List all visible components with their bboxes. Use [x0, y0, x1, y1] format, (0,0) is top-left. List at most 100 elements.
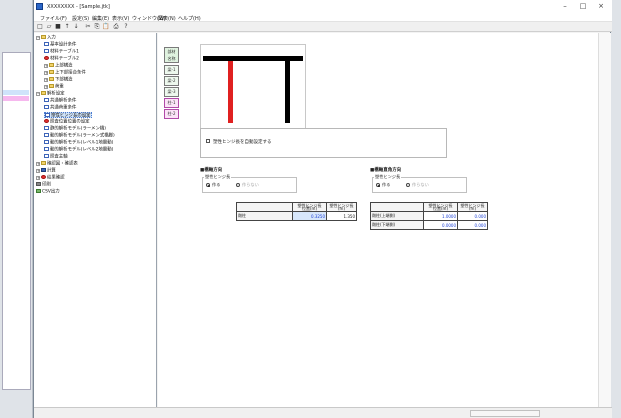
expand-icon[interactable]: + — [36, 161, 40, 166]
tree-item[interactable]: + 確認図・確認表 — [36, 161, 78, 167]
member-tab[interactable]: 梁-1 — [164, 65, 179, 75]
close-button[interactable]: × — [594, 2, 608, 11]
collapse-icon[interactable]: − — [36, 91, 40, 96]
member-tab[interactable]: 柱-2 — [164, 109, 179, 119]
tree-item-label: 上下部接合条件 — [55, 70, 86, 76]
beam-shape — [203, 56, 303, 61]
tree-item[interactable]: + 下部構造 — [44, 77, 73, 83]
tree-item-label: 共通荷重条件 — [50, 105, 77, 111]
expand-icon[interactable]: + — [36, 168, 40, 173]
tree-item[interactable]: CSV出力 — [36, 189, 60, 195]
perp-axis-row-name: 剛柱(下端側) — [370, 220, 424, 230]
expand-icon[interactable]: + — [44, 70, 48, 75]
tree-item[interactable]: + 荷重 — [44, 84, 64, 90]
tree-item-label: CSV出力 — [42, 189, 60, 195]
cut-icon[interactable]: ✂ — [84, 23, 92, 31]
expand-icon[interactable]: + — [44, 77, 48, 82]
table-row: 剛柱(上端側) 1.0000 0.000 — [370, 211, 488, 221]
tree-item[interactable]: − 入力 — [36, 35, 56, 41]
perp-axis-pos-cell[interactable]: 0.0000 — [423, 220, 458, 230]
collapse-icon[interactable]: − — [36, 35, 40, 40]
new-icon[interactable]: □ — [36, 23, 44, 31]
tree-item[interactable]: 動的解析モデル(レベル2地震動) — [44, 147, 113, 153]
perp-axis-not-radio[interactable] — [406, 183, 410, 187]
member-name-header: 部材 名称 — [164, 47, 179, 63]
window-title: XXXXXXXX - [Sample.jtk] — [47, 4, 110, 10]
tree-item[interactable]: + 上部構造 — [44, 63, 73, 69]
tree-item-label: 確認図・確認表 — [47, 161, 78, 167]
background-selection-pink — [3, 96, 29, 101]
member-tab[interactable]: 梁-3 — [164, 87, 179, 97]
main-window: XXXXXXXX - [Sample.jtk] – □ × ファイル(F) 設定… — [33, 0, 612, 418]
member-tab[interactable]: 梁-2 — [164, 76, 179, 86]
tree-item[interactable]: 動的解析モデル(ラーメン式橋脚) — [44, 133, 115, 139]
bridge-axis-row-name: 剛柱 — [236, 211, 293, 221]
paste-icon[interactable]: 📋 — [102, 23, 110, 31]
doc-icon — [44, 49, 49, 53]
tree-item[interactable]: 照査主軸 — [44, 154, 68, 160]
tree-item[interactable]: + 結果確認 — [36, 175, 65, 181]
bridge-axis-len-cell[interactable]: 1.350 — [326, 211, 357, 221]
table-row: 剛柱 0.3250 1.350 — [236, 211, 357, 221]
perp-axis-len-cell[interactable]: 0.000 — [457, 220, 488, 230]
tree-item-label: 照査主軸 — [50, 154, 68, 160]
net-icon — [36, 189, 41, 193]
pillar-left-shape — [228, 61, 233, 123]
expand-icon[interactable]: + — [44, 63, 48, 68]
menu-help[interactable]: ヘルプ(H) — [178, 15, 201, 22]
tree-item-label: 計算 — [47, 168, 56, 174]
tree-item-label: 材料テーブル1 — [50, 49, 79, 55]
tree-item[interactable]: 動的解析モデル(レベル1地震動) — [44, 140, 113, 146]
tree-item-label: 印刷 — [42, 182, 51, 188]
perp-axis-len-cell[interactable]: 0.000 — [457, 211, 488, 221]
tree-item[interactable]: + 計算 — [36, 168, 56, 174]
gear-icon — [41, 168, 46, 172]
save-icon[interactable]: ■ — [54, 23, 62, 31]
folder-icon — [41, 35, 46, 39]
bridge-axis-group-title: 塑性ヒンジ長 — [204, 174, 232, 180]
member-tab[interactable]: 柱-1 — [164, 98, 179, 108]
tree-item[interactable]: 材料テーブル2 — [44, 56, 79, 62]
menu-file[interactable]: ファイル(F) — [40, 15, 67, 22]
auto-set-checkbox[interactable] — [206, 139, 210, 143]
copy-icon[interactable]: ⎘ — [93, 23, 101, 31]
open-icon[interactable]: ▱ — [45, 23, 53, 31]
tree-item-label: 材料テーブル2 — [50, 56, 79, 62]
minimize-button[interactable]: – — [558, 2, 572, 11]
bridge-axis-pos-cell[interactable]: 0.3250 — [292, 211, 327, 221]
tree-item[interactable]: 共通荷重条件 — [44, 105, 76, 111]
tree-item[interactable]: 共通解析条件 — [44, 98, 76, 104]
tree-item[interactable]: − 解析設定 — [36, 91, 65, 97]
tree-item[interactable]: 照査位置位置の設定 — [44, 119, 90, 125]
bridge-axis-make-label: 作る — [212, 182, 221, 187]
pillar-right-shape — [285, 61, 290, 123]
tree-item[interactable]: + 上下部接合条件 — [44, 70, 86, 76]
expand-icon[interactable]: + — [36, 175, 40, 180]
menu-edit[interactable]: 編集(E) — [92, 15, 109, 22]
maximize-button[interactable]: □ — [576, 2, 590, 11]
tree-item-label: 基本設計条件 — [50, 42, 77, 48]
help-icon[interactable]: ? — [122, 23, 130, 31]
menu-figure[interactable]: 図表(N) — [158, 15, 176, 22]
bridge-axis-not-radio[interactable] — [236, 183, 240, 187]
red-icon — [44, 56, 49, 60]
doc-icon — [44, 42, 49, 46]
menu-settings[interactable]: 設定(S) — [72, 15, 89, 22]
perp-axis-make-label: 作る — [382, 182, 391, 187]
tree-item[interactable]: 印刷 — [36, 182, 51, 188]
menu-view[interactable]: 表示(V) — [112, 15, 129, 22]
bridge-axis-corner-cell — [236, 202, 293, 212]
up-icon[interactable]: ↑ — [63, 23, 71, 31]
bridge-axis-col2-header: 塑性ヒンジ長 (m) — [326, 202, 357, 212]
tree-item[interactable]: 静的解析モデル(ラーメン橋) — [44, 126, 106, 132]
tree-item[interactable]: 基本設計条件 — [44, 42, 76, 48]
down-icon[interactable]: ↓ — [72, 23, 80, 31]
bridge-axis-make-radio[interactable] — [206, 183, 210, 187]
tree-item[interactable]: 塑性ヒンジ長の設定 — [44, 112, 92, 119]
tree-item[interactable]: 材料テーブル1 — [44, 49, 79, 55]
print-icon[interactable]: ⎙ — [112, 23, 120, 31]
expand-icon[interactable]: + — [44, 84, 48, 89]
perp-axis-make-radio[interactable] — [376, 183, 380, 187]
perp-axis-pos-cell[interactable]: 1.0000 — [423, 211, 458, 221]
background-selection — [3, 90, 29, 95]
